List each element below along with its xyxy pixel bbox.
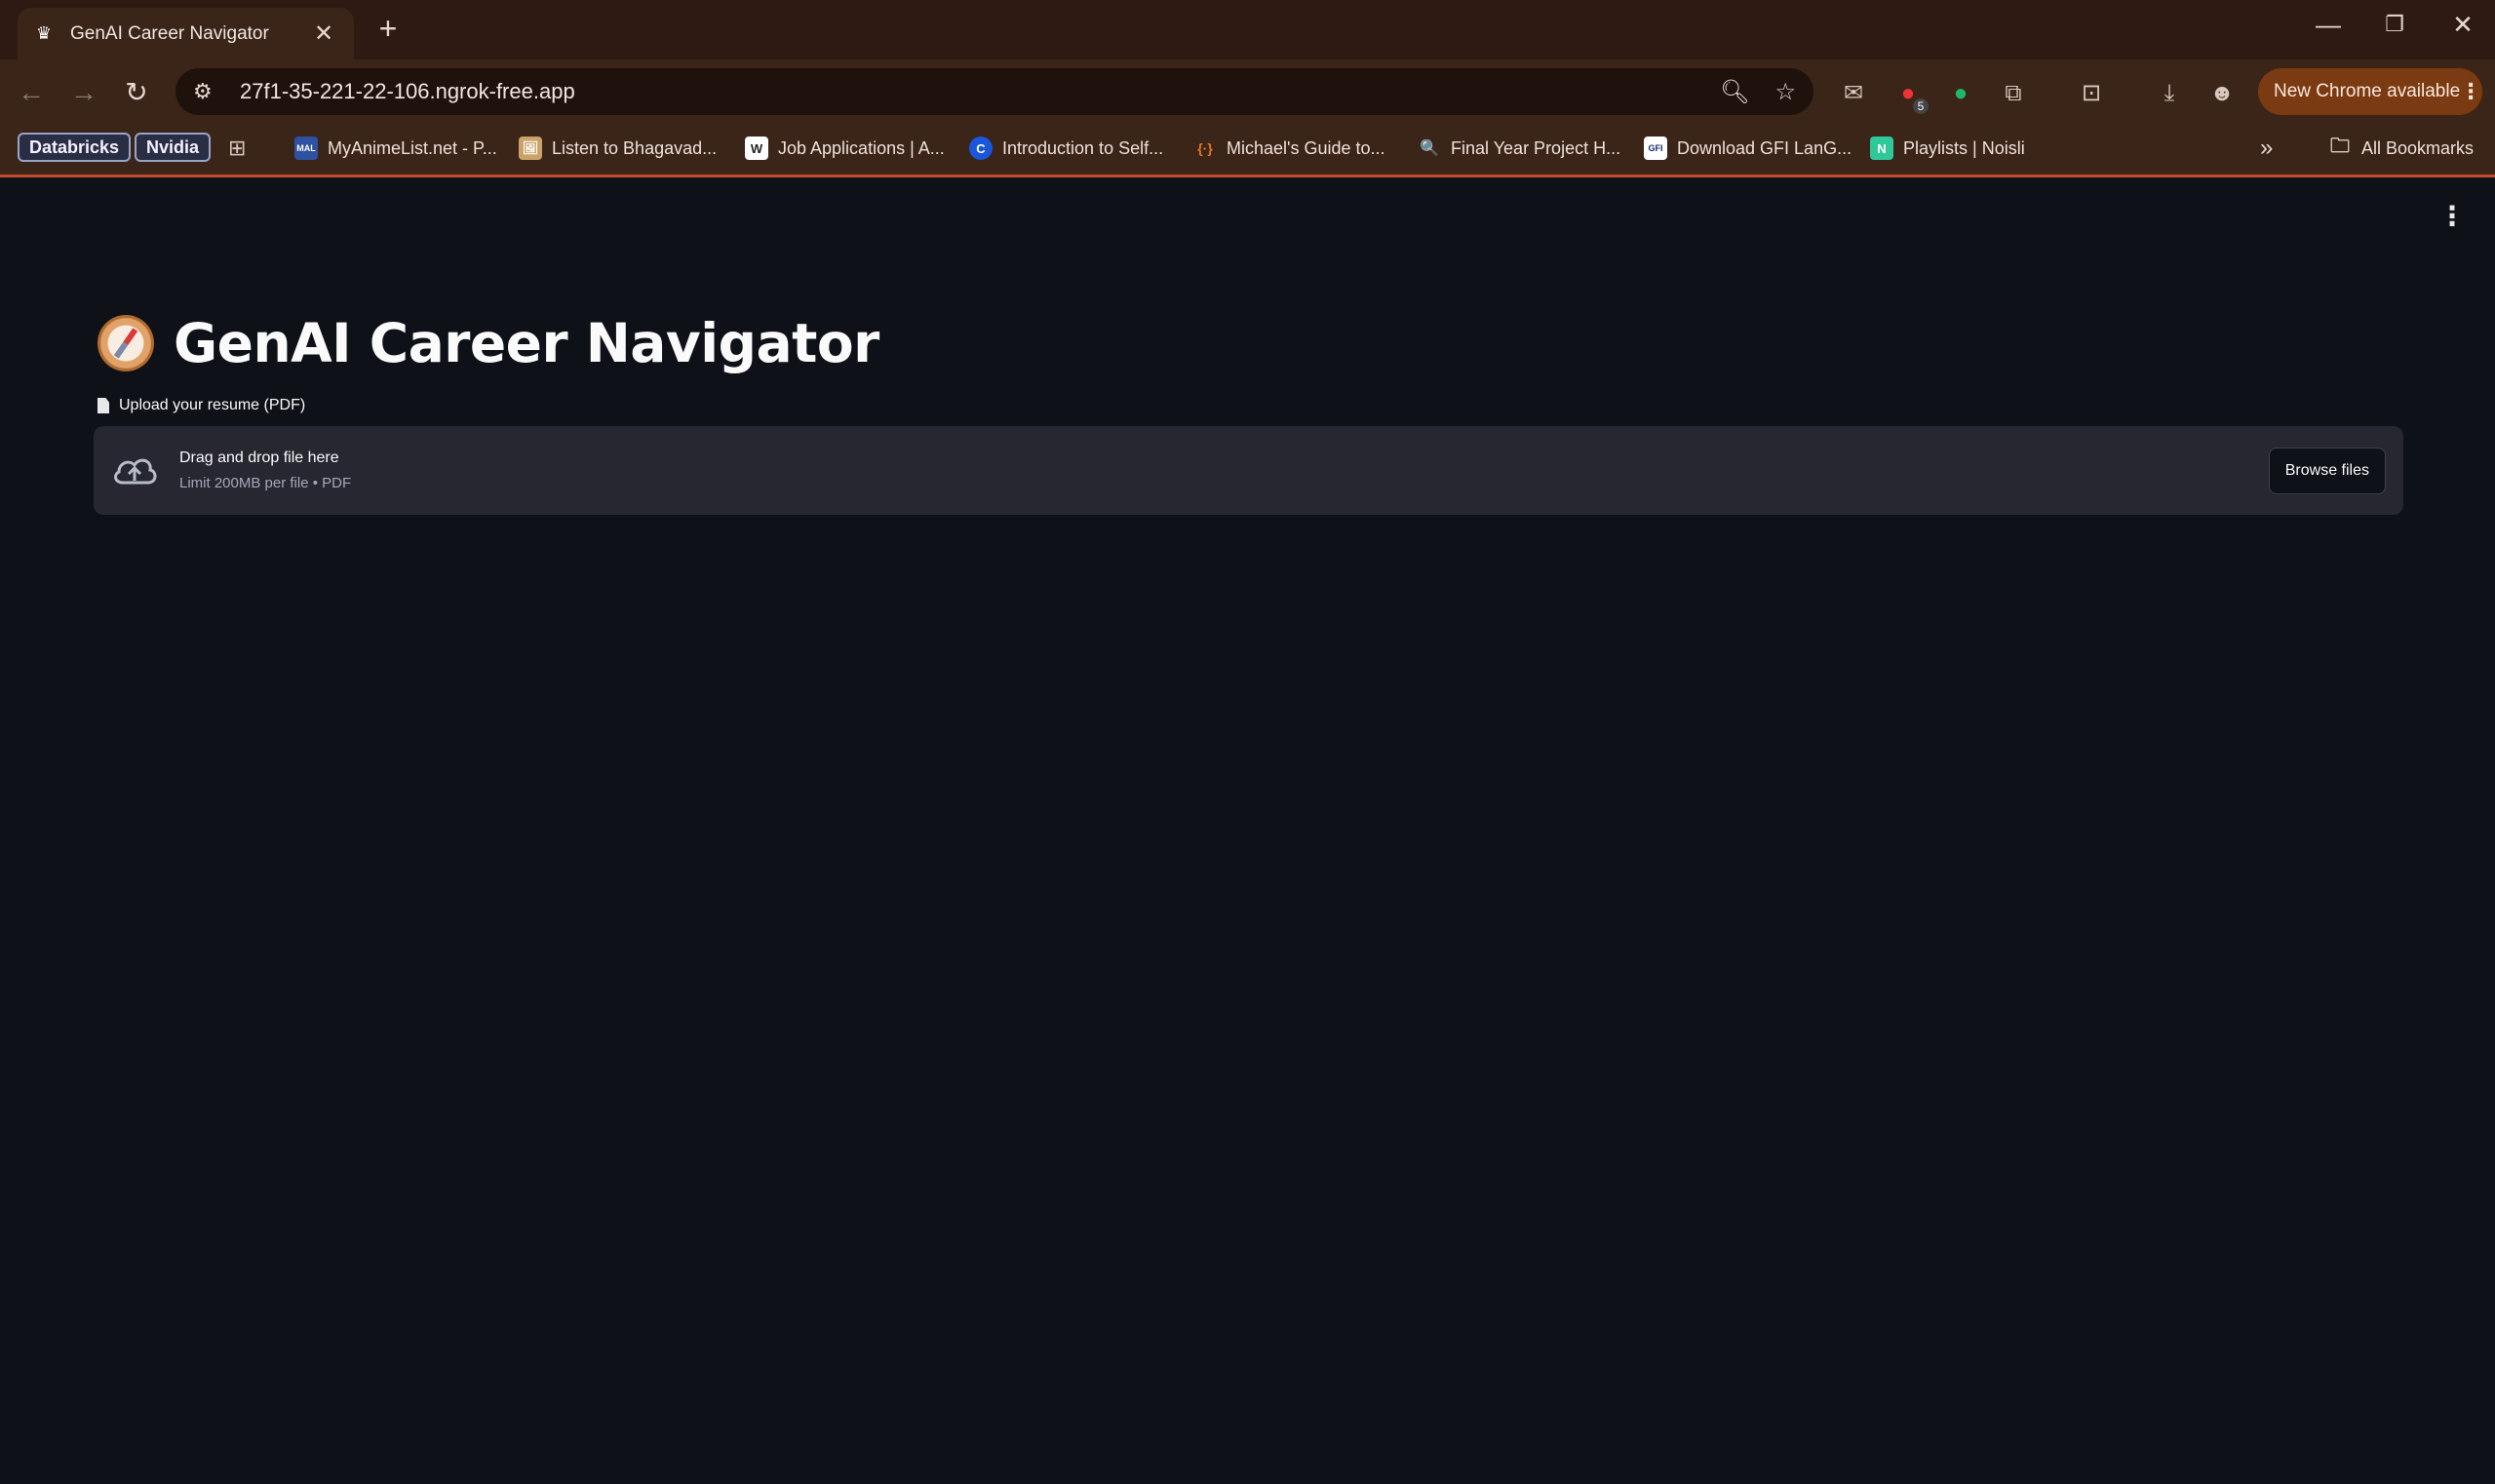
address-bar[interactable]: ⚙ 27f1-35-221-22-106.ngrok-free.app 🔍︎ ☆ [175, 68, 1813, 115]
bookmark-final-year-project[interactable]: 🔍 Final Year Project H... [1418, 134, 1620, 163]
zoom-icon[interactable]: 🔍︎ [1720, 78, 1749, 106]
profile-avatar[interactable]: ☻ [2205, 77, 2239, 110]
page-title: GenAI Career Navigator [174, 312, 879, 374]
folder-icon: 🗀 [2330, 136, 2350, 157]
browse-files-button[interactable]: Browse files [2268, 447, 2386, 494]
app-content: ⋮ GenAI Career Navigator Upload your res… [0, 180, 2495, 1484]
bookmark-myanimelist[interactable]: MAL MyAnimeList.net - P... [294, 134, 497, 163]
bookmark-noisli[interactable]: N Playlists | Noisli [1870, 134, 2025, 163]
close-tab-icon[interactable]: ✕ [309, 20, 338, 48]
bookmark-label: MyAnimeList.net - P... [328, 137, 497, 158]
limit-text: Limit 200MB per file • PDF [179, 475, 352, 491]
bookmark-introduction[interactable]: C Introduction to Self... [969, 134, 1163, 163]
tab-search-icon[interactable]: ⊡ [2075, 77, 2108, 110]
streamlit-favicon-icon: ♛ [35, 23, 53, 43]
extensions-puzzle-icon[interactable]: ⧉ [1997, 77, 2030, 110]
bookmark-download-gfi[interactable]: GFI Download GFI LanG... [1644, 134, 1852, 163]
title-row: GenAI Career Navigator [97, 312, 879, 374]
code-braces-icon: {·} [1197, 140, 1213, 156]
bookmark-bhagavad[interactable]: 🖼 Listen to Bhagavad... [519, 134, 717, 163]
image-thumbnail-icon: 🖼 [519, 137, 542, 160]
bookmark-label: Listen to Bhagavad... [552, 137, 718, 158]
grammarly-extension-icon[interactable]: ● [1944, 77, 1977, 110]
new-tab-button[interactable]: + [370, 12, 406, 47]
drop-text: Drag and drop file here [179, 449, 339, 466]
mail-extension-icon[interactable]: ✉ [1837, 77, 1870, 110]
apps-grid-icon[interactable]: ⊞ [228, 134, 246, 163]
back-button[interactable]: ← [12, 73, 51, 112]
bookmark-star-icon[interactable]: ☆ [1774, 78, 1796, 106]
restore-window-button[interactable]: ❐ [2375, 12, 2414, 37]
bookmark-michaels-guide[interactable]: {·} Michael's Guide to... [1193, 134, 1385, 163]
close-window-button[interactable]: ✕ [2443, 10, 2482, 40]
extension-badge: 5 [1913, 98, 1929, 114]
myanimelist-icon: MAL [294, 137, 318, 160]
cloud-upload-icon [114, 458, 157, 484]
all-bookmarks-label: All Bookmarks [2361, 137, 2475, 158]
bookmark-label: Michael's Guide to... [1227, 137, 1385, 158]
update-label: New Chrome available [2274, 81, 2461, 101]
all-bookmarks-button[interactable]: 🗀 All Bookmarks [2328, 134, 2474, 163]
bookmark-label: Introduction to Self... [1002, 137, 1164, 158]
dropzone-instructions: Drag and drop file here Limit 200MB per … [179, 449, 351, 491]
bookmark-label: Final Year Project H... [1451, 137, 1621, 158]
bookmarks-overflow-icon[interactable]: » [2260, 134, 2273, 163]
adblock-extension-icon[interactable]: ● 5 [1891, 77, 1929, 114]
bookmark-label: Playlists | Noisli [1903, 137, 2025, 158]
magnifier-icon: 🔍 [1420, 140, 1439, 157]
chrome-menu-icon[interactable]: ⋮ [2460, 79, 2481, 104]
download-icon[interactable]: ⤓ [2153, 77, 2186, 110]
bookmark-chip-nvidia[interactable]: Nvidia [135, 133, 212, 162]
browser-tab[interactable]: ♛ GenAI Career Navigator ✕ [18, 8, 354, 59]
url-text[interactable]: 27f1-35-221-22-106.ngrok-free.app [240, 79, 1695, 104]
bookmark-label: Job Applications | A... [778, 137, 945, 158]
noisli-icon: N [1870, 137, 1893, 160]
site-info-icon[interactable]: ⚙ [193, 79, 222, 104]
compass-icon [97, 315, 154, 371]
app-menu-kebab-icon[interactable]: ⋮ [2438, 200, 2466, 232]
gfi-icon: GFI [1644, 137, 1667, 160]
uploader-label: Upload your resume (PDF) [97, 397, 305, 414]
file-dropzone[interactable]: Drag and drop file here Limit 200MB per … [94, 426, 2403, 515]
coursera-icon: C [969, 137, 993, 160]
bookmark-label: Download GFI LanG... [1677, 137, 1852, 158]
minimize-window-button[interactable]: — [2309, 10, 2348, 40]
bookmark-chip-databricks[interactable]: Databricks [18, 133, 132, 162]
uploader-label-text: Upload your resume (PDF) [119, 397, 306, 413]
bookmarks-bar: Databricks Nvidia ⊞ MAL MyAnimeList.net … [0, 124, 2495, 177]
bookmark-job-applications[interactable]: W Job Applications | A... [745, 134, 945, 163]
tab-title: GenAI Career Navigator [70, 22, 269, 44]
chrome-update-button[interactable]: New Chrome available ⋮ [2258, 68, 2482, 115]
reload-button[interactable]: ↻ [117, 73, 156, 112]
workday-icon: W [745, 137, 768, 160]
forward-button[interactable]: → [64, 73, 103, 112]
browser-tab-strip: ♛ GenAI Career Navigator ✕ + — ❐ ✕ [0, 0, 2495, 59]
browser-toolbar: ← → ↻ ⚙ 27f1-35-221-22-106.ngrok-free.ap… [0, 59, 2495, 124]
document-icon [97, 398, 109, 413]
